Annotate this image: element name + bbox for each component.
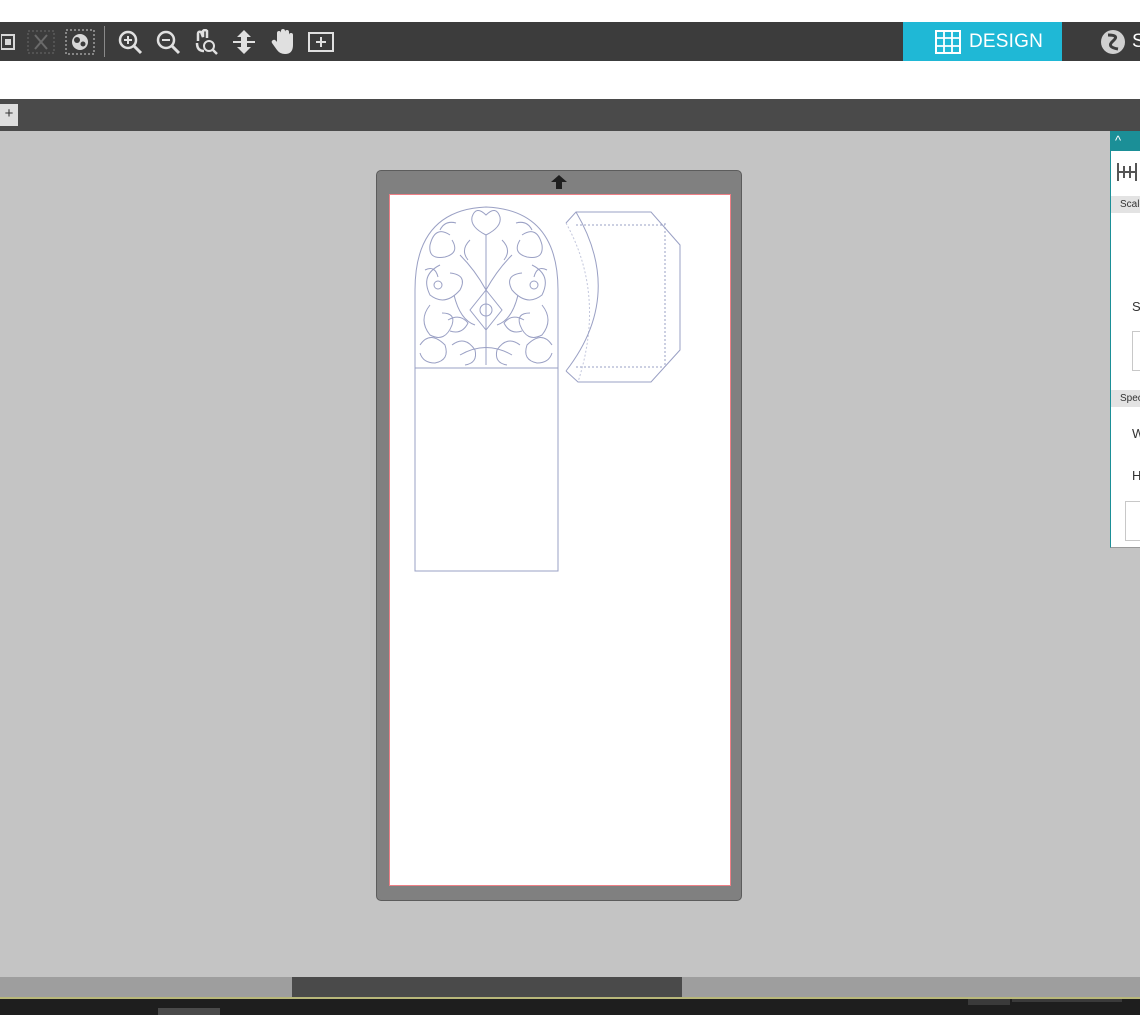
main-toolbar: DESIGN SEND <box>0 22 1140 61</box>
section-scale-header: Scale <box>1111 196 1140 213</box>
zoom-out-icon[interactable] <box>154 28 182 55</box>
status-bar <box>0 999 1140 1015</box>
fit-to-page-icon[interactable] <box>306 28 336 55</box>
status-segment <box>158 1008 220 1015</box>
status-segment <box>1012 999 1122 1002</box>
document-tab-bar: + <box>0 99 1140 131</box>
group-icon[interactable] <box>0 28 18 55</box>
panel-header: ^ <box>1111 131 1140 151</box>
align-tool-icon[interactable] <box>1115 161 1140 188</box>
status-segment <box>968 999 1010 1005</box>
pan-hand-icon[interactable] <box>268 28 298 55</box>
feed-direction-arrow-icon <box>551 175 567 194</box>
drag-zoom-icon[interactable] <box>228 28 260 55</box>
horizontal-scrollbar[interactable] <box>0 977 1140 997</box>
scale-label: S <box>1132 299 1140 314</box>
design-artwork[interactable] <box>390 195 730 885</box>
dimension-input[interactable] <box>1125 501 1140 541</box>
scale-input[interactable] <box>1132 331 1140 371</box>
send-logo-icon <box>1100 29 1126 55</box>
top-strip <box>0 0 1140 22</box>
media-page[interactable] <box>389 194 731 886</box>
transform-panel: ^ Scale S Specify Dimensions W H <box>1110 131 1140 548</box>
width-label: W <box>1132 426 1140 441</box>
pocket-envelope <box>565 211 681 383</box>
toolbar-separator <box>104 26 105 57</box>
ungroup-icon[interactable] <box>26 28 56 55</box>
chevron-up-icon[interactable]: ^ <box>1115 133 1121 148</box>
scrollbar-thumb[interactable] <box>292 977 682 997</box>
tab-design[interactable]: DESIGN <box>903 22 1062 61</box>
cutting-mat <box>376 170 742 901</box>
zoom-selection-icon[interactable] <box>192 28 220 55</box>
tab-send-label: SEND <box>1132 30 1140 52</box>
zoom-in-icon[interactable] <box>116 28 144 55</box>
options-bar <box>0 61 1140 99</box>
grid-icon <box>935 29 961 54</box>
add-document-button[interactable]: + <box>0 104 18 126</box>
tab-design-label: DESIGN <box>969 30 1044 52</box>
compound-path-icon[interactable] <box>64 28 96 55</box>
section-specify-header: Specify Dimensions <box>1111 390 1140 407</box>
design-canvas[interactable]: ^ Scale S Specify Dimensions W H <box>0 131 1140 977</box>
lace-card <box>414 206 559 572</box>
tab-send[interactable]: SEND <box>1062 22 1140 61</box>
height-label: H <box>1132 468 1140 483</box>
